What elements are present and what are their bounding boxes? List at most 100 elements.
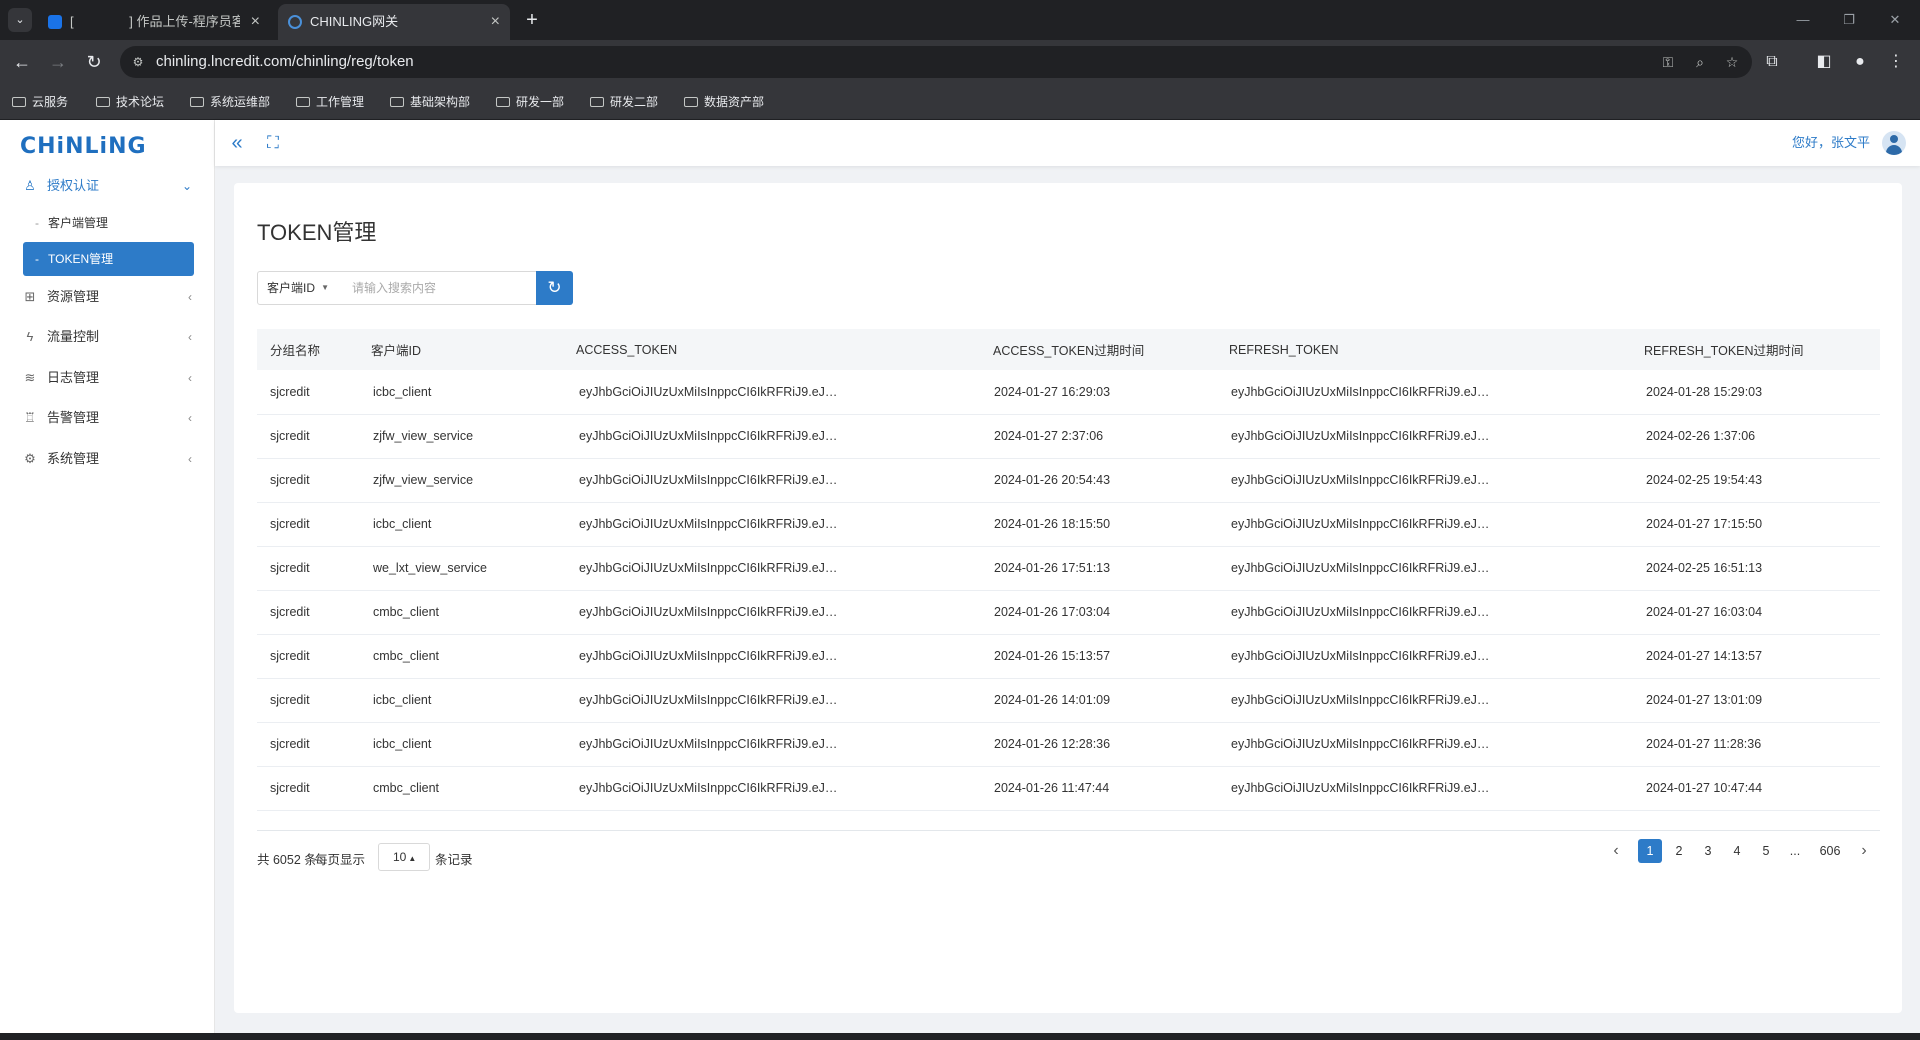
- column-header-group[interactable]: 分组名称: [257, 329, 356, 370]
- sidebar-item-resources[interactable]: ⊞ 资源管理 ‹: [0, 282, 214, 312]
- cell-group: sjcredit: [257, 370, 356, 415]
- chevron-left-icon: ‹: [188, 411, 192, 425]
- chevron-down-icon: ⌄: [181, 179, 192, 193]
- cell-access-token-expiry: 2024-01-26 17:51:13: [979, 546, 1215, 591]
- pagination-next-icon[interactable]: ›: [1852, 839, 1876, 863]
- sidebar-item-traffic-control[interactable]: ϟ 流量控制 ‹: [0, 322, 214, 352]
- bookmark-folder[interactable]: 数据资产部: [684, 92, 764, 112]
- search-field-select[interactable]: 客户端ID ▼: [257, 271, 336, 305]
- tab-close-icon[interactable]: ×: [251, 4, 260, 40]
- sidebar-item-logs[interactable]: ≋ 日志管理 ‹: [0, 363, 214, 393]
- forward-arrow-icon[interactable]: →: [44, 48, 72, 76]
- table-row[interactable]: sjcredit icbc_client eyJhbGciOiJIUzUxMiI…: [257, 678, 1880, 723]
- password-key-icon[interactable]: ⚿: [1656, 50, 1680, 74]
- browser-toolbar: ← → ↻ ⚙ chinling.lncredit.com/chinling/r…: [0, 40, 1920, 84]
- browser-menu-icon[interactable]: ⋮: [1882, 48, 1910, 76]
- bookmark-folder[interactable]: 研发二部: [590, 92, 658, 112]
- search-input[interactable]: [335, 271, 537, 305]
- table-row[interactable]: sjcredit cmbc_client eyJhbGciOiJIUzUxMiI…: [257, 590, 1880, 635]
- cell-group: sjcredit: [257, 634, 356, 679]
- back-arrow-icon[interactable]: ←: [8, 48, 36, 76]
- cell-access-token: eyJhbGciOiJIUzUxMiIsInppcCI6IkRFRiJ9.eJ…: [562, 590, 979, 635]
- sidebar-subitem-token-management[interactable]: - TOKEN管理: [23, 242, 194, 276]
- pagination-page-4[interactable]: 4: [1725, 839, 1749, 863]
- profile-icon[interactable]: ●: [1846, 48, 1874, 76]
- table-row[interactable]: sjcredit zjfw_view_service eyJhbGciOiJIU…: [257, 414, 1880, 459]
- bookmark-label: 系统运维部: [210, 95, 271, 109]
- extensions-puzzle-icon[interactable]: ⧉: [1758, 48, 1786, 76]
- new-tab-button[interactable]: +: [520, 6, 544, 34]
- fullscreen-icon[interactable]: ⛶: [260, 130, 286, 156]
- table-row[interactable]: sjcredit zjfw_view_service eyJhbGciOiJIU…: [257, 458, 1880, 503]
- table-row[interactable]: sjcredit icbc_client eyJhbGciOiJIUzUxMiI…: [257, 722, 1880, 767]
- user-greeting[interactable]: 您好，张文平: [1792, 120, 1870, 166]
- column-header-refresh-token-expiry[interactable]: REFRESH_TOKEN过期时间: [1630, 329, 1880, 370]
- pagination-page-last[interactable]: 606: [1814, 839, 1846, 863]
- tab-active[interactable]: CHINLING网关 ×: [278, 4, 510, 40]
- bookmark-folder[interactable]: 技术论坛: [96, 92, 164, 112]
- cell-access-token-expiry: 2024-01-26 12:28:36: [979, 722, 1215, 767]
- folder-icon: [96, 97, 110, 107]
- token-table: 分组名称 客户端ID ACCESS_TOKEN ACCESS_TOKEN过期时间…: [257, 329, 1880, 811]
- app-logo[interactable]: CHiNLiNG: [20, 134, 147, 159]
- minimize-window-button[interactable]: —: [1780, 0, 1826, 40]
- tab-favicon-icon: [288, 15, 302, 29]
- tab-close-icon[interactable]: ×: [491, 4, 500, 40]
- table-row[interactable]: sjcredit icbc_client eyJhbGciOiJIUzUxMiI…: [257, 370, 1880, 415]
- avatar-body: [1886, 145, 1902, 155]
- column-header-access-token-expiry[interactable]: ACCESS_TOKEN过期时间: [979, 329, 1215, 370]
- bookmark-folder[interactable]: 研发一部: [496, 92, 564, 112]
- url-text[interactable]: chinling.lncredit.com/chinling/reg/token: [156, 46, 414, 78]
- table-row[interactable]: sjcredit cmbc_client eyJhbGciOiJIUzUxMiI…: [257, 766, 1880, 811]
- folder-icon: [590, 97, 604, 107]
- refresh-search-button[interactable]: ↻: [536, 271, 573, 305]
- cell-access-token-expiry: 2024-01-26 20:54:43: [979, 458, 1215, 503]
- chevron-left-icon: ‹: [188, 371, 192, 385]
- reload-icon[interactable]: ↻: [80, 48, 108, 76]
- pagination-page-2[interactable]: 2: [1667, 839, 1691, 863]
- bookmark-folder[interactable]: 云服务: [12, 92, 68, 112]
- pagination-page-1[interactable]: 1: [1638, 839, 1662, 863]
- bookmark-star-icon[interactable]: ☆: [1720, 50, 1744, 74]
- folder-icon: [296, 97, 310, 107]
- cell-refresh-token-expiry: 2024-01-27 11:28:36: [1630, 722, 1880, 767]
- restore-window-button[interactable]: ❐: [1826, 0, 1872, 40]
- app-header: « ⛶ 您好，张文平: [215, 120, 1920, 166]
- pagination-page-5[interactable]: 5: [1754, 839, 1778, 863]
- bookmark-folder[interactable]: 基础架构部: [390, 92, 470, 112]
- table-body: sjcredit icbc_client eyJhbGciOiJIUzUxMiI…: [257, 370, 1880, 811]
- table-row[interactable]: sjcredit we_lxt_view_service eyJhbGciOiJ…: [257, 546, 1880, 591]
- caret-up-icon: ▲: [408, 854, 417, 863]
- avatar[interactable]: [1882, 131, 1906, 155]
- side-panel-icon[interactable]: ◧: [1810, 48, 1838, 76]
- column-header-refresh-token[interactable]: REFRESH_TOKEN: [1215, 329, 1630, 370]
- address-bar[interactable]: ⚙ chinling.lncredit.com/chinling/reg/tok…: [120, 46, 1752, 78]
- page-size-select[interactable]: 10 ▲: [378, 843, 430, 871]
- collapse-sidebar-icon[interactable]: «: [224, 130, 250, 156]
- tab-inactive[interactable]: [ ] 作品上传-程序员客栈 ×: [38, 4, 270, 40]
- table-row[interactable]: sjcredit cmbc_client eyJhbGciOiJIUzUxMiI…: [257, 634, 1880, 679]
- user-icon: ♙: [24, 178, 36, 193]
- bookmark-folder[interactable]: 系统运维部: [190, 92, 270, 112]
- pagination-prev-icon[interactable]: ‹: [1604, 839, 1628, 863]
- sidebar-subitem-client-management[interactable]: - 客户端管理: [23, 206, 194, 240]
- cell-refresh-token-expiry: 2024-02-26 1:37:06: [1630, 414, 1880, 459]
- bookmark-label: 研发二部: [610, 95, 659, 109]
- sidebar-item-alarms[interactable]: ♖ 告警管理 ‹: [0, 403, 214, 433]
- zoom-icon[interactable]: ⌕: [1688, 50, 1712, 74]
- close-window-button[interactable]: ✕: [1872, 0, 1918, 40]
- pagination-page-3[interactable]: 3: [1696, 839, 1720, 863]
- tab-search-chevron-icon[interactable]: ⌄: [8, 8, 32, 32]
- cell-access-token: eyJhbGciOiJIUzUxMiIsInppcCI6IkRFRiJ9.eJ…: [562, 634, 979, 679]
- total-count: 共 6052 条: [257, 853, 317, 867]
- bookmark-folder[interactable]: 工作管理: [296, 92, 364, 112]
- site-info-icon[interactable]: ⚙: [130, 54, 146, 70]
- sidebar-item-system[interactable]: ⚙ 系统管理 ‹: [0, 444, 214, 474]
- page-title: TOKEN管理: [257, 220, 377, 245]
- column-header-access-token[interactable]: ACCESS_TOKEN: [562, 329, 979, 370]
- cell-client-id: zjfw_view_service: [356, 414, 562, 459]
- layers-icon: ≋: [24, 370, 36, 385]
- table-row[interactable]: sjcredit icbc_client eyJhbGciOiJIUzUxMiI…: [257, 502, 1880, 547]
- column-header-client-id[interactable]: 客户端ID: [356, 329, 562, 370]
- sidebar-item-auth[interactable]: ♙ 授权认证 ⌄: [0, 171, 214, 201]
